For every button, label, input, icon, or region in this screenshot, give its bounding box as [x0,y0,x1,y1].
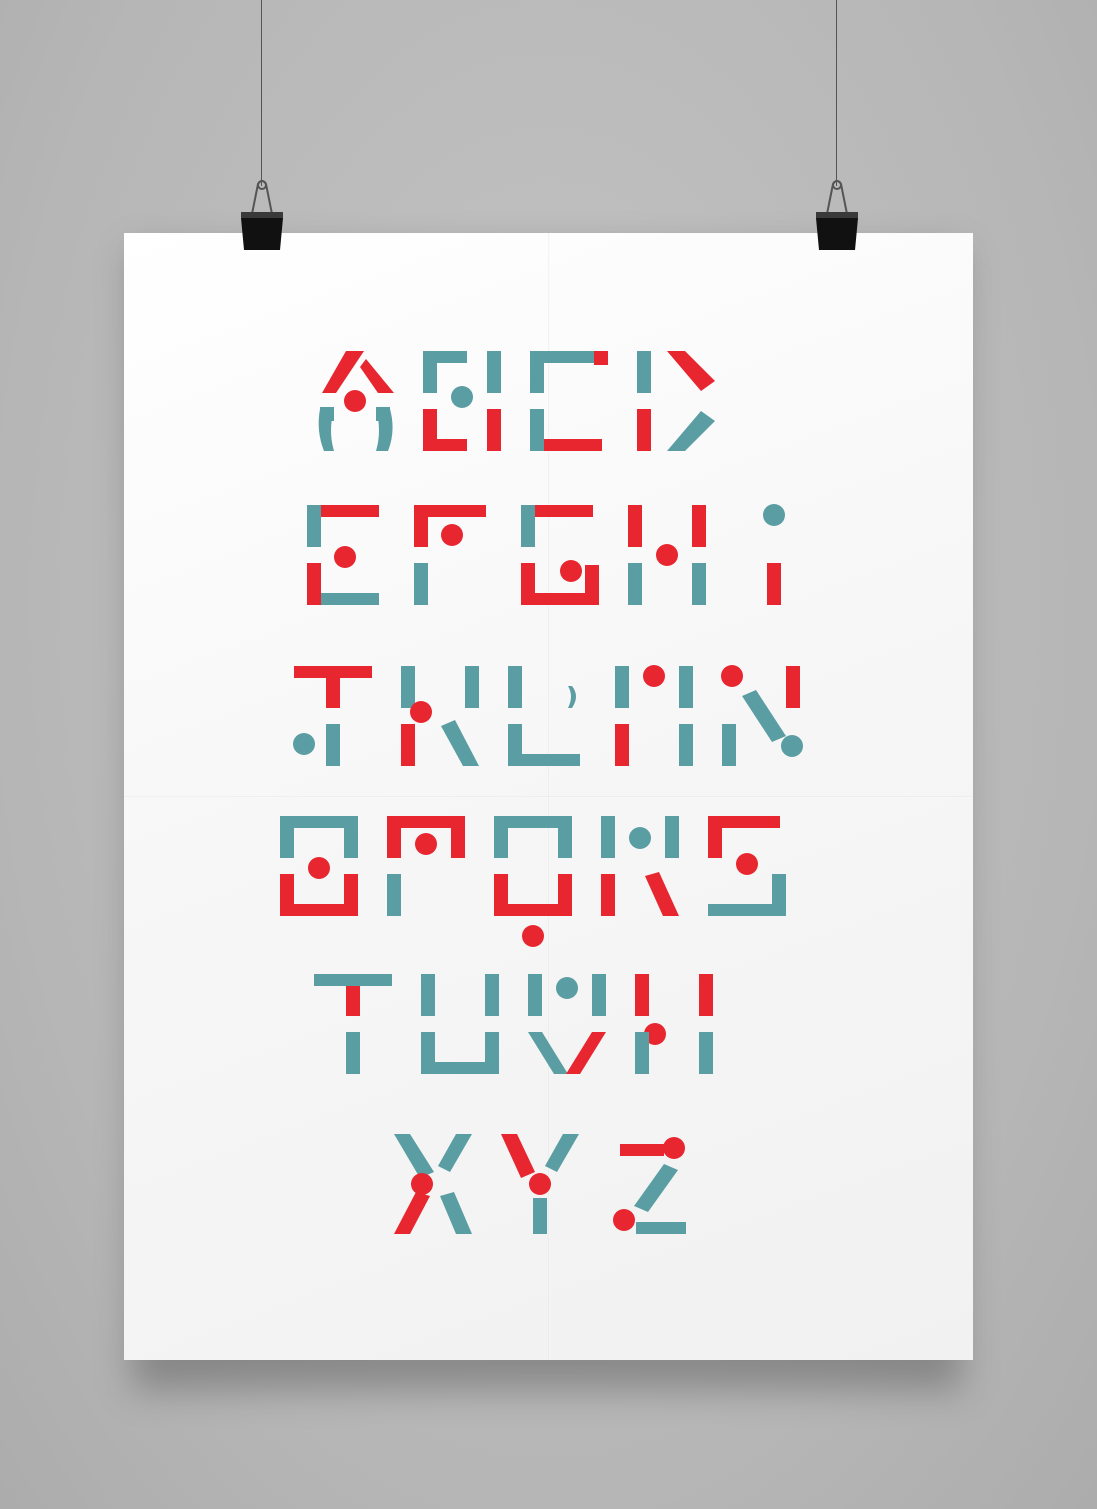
glyph-r [601,816,679,916]
alphabet-poster [124,233,973,1360]
binder-clip-icon [241,180,283,250]
glyph-b [423,351,501,451]
glyph-v [528,974,606,1074]
hanging-wire-right [836,0,837,186]
glyph-c [530,351,608,451]
binder-clip-icon [816,180,858,250]
glyph-f [414,505,486,605]
glyph-u [421,974,499,1074]
glyph-m [615,665,693,766]
glyph-e [307,505,379,605]
glyph-z [613,1137,686,1234]
glyph-a [318,351,394,451]
glyph-w [635,974,713,1074]
glyph-d [637,351,715,451]
alphabet-glyph-art [280,351,803,1234]
glyph-y [501,1134,579,1234]
glyph-i [763,504,785,605]
glyph-g [521,505,599,605]
glyph-s [708,816,786,916]
glyph-l [508,666,580,766]
glyph-p [387,816,465,916]
glyph-t [314,974,392,1074]
hanging-wire-left [261,0,262,186]
glyph-x [394,1134,472,1234]
glyph-n [721,665,803,766]
glyph-j [293,666,372,766]
glyph-o [280,816,358,916]
glyph-k [401,666,479,766]
glyph-q [494,816,572,947]
glyph-h [628,505,706,605]
